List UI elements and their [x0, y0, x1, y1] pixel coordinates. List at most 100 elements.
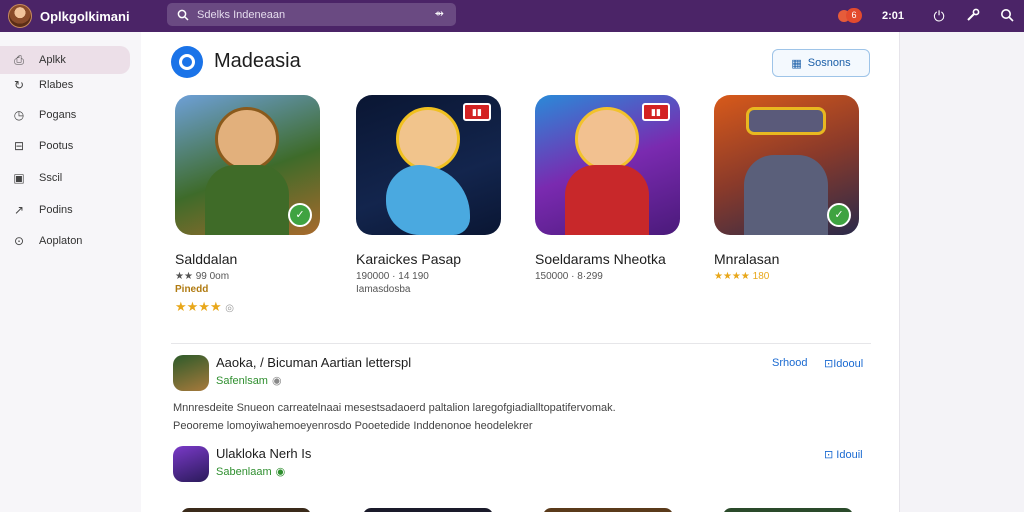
check-icon: ✓	[827, 203, 851, 227]
top-bar: Oplkgolkimani Sdelks Indeneaan ⇴ 6 2:01 …	[0, 0, 1024, 32]
sidebar-item-label: Pootus	[39, 140, 74, 152]
trend-icon: ↗	[13, 203, 25, 217]
character-body	[565, 165, 649, 235]
top-right-controls: 6 2:01 ⏻	[837, 0, 1024, 32]
info-icon: ◎	[225, 303, 234, 314]
sidebar-item-pootus[interactable]: ⊟ Pootus	[0, 132, 130, 160]
search-icon	[177, 9, 189, 21]
sidebar-item-label: Aplkk	[39, 54, 66, 66]
app-card[interactable]	[543, 508, 673, 512]
card-title: Soeldarams Nheotka	[535, 251, 666, 267]
open-icon: ⊡	[824, 358, 834, 370]
app-name: Oplkgolkimani	[40, 8, 130, 24]
character-image	[215, 107, 279, 171]
description-text: Peooreme lomoyiwahemoeyenrosdo Pooetedid…	[173, 420, 533, 432]
list-item-subtitle-text: Safenlsam	[216, 375, 268, 387]
divider	[171, 343, 871, 344]
tag-icon: ▮▮	[642, 103, 670, 121]
main-content: Madeasia ▦ Sosnons ✓ Salddalan ★★ 99 0om…	[141, 32, 899, 512]
open-link-label: Idooul	[833, 358, 864, 370]
page-title: Madeasia	[214, 50, 301, 72]
game-logo	[746, 107, 826, 135]
tag-icon: ▮▮	[463, 103, 491, 121]
card-subtitle: Pinedd	[175, 284, 209, 295]
open-link-label: Idouil	[836, 449, 863, 461]
app-thumbnail[interactable]: ▮▮	[356, 95, 501, 235]
notification-badge: 6	[845, 8, 862, 23]
app-icon[interactable]	[173, 355, 209, 391]
card-meta: ★★★★ 180	[714, 271, 860, 282]
character-image	[396, 107, 460, 171]
list-item-title: Ulakloka Nerh Is	[216, 446, 312, 461]
card-title: Mnralasan	[714, 251, 780, 267]
app-thumbnail[interactable]: ▮▮	[535, 95, 680, 235]
list-item-title: Aaoka, / Bicuman Aartian letterspl	[216, 355, 412, 370]
app-card[interactable]	[181, 508, 311, 512]
verified-icon: ◉	[275, 466, 286, 478]
sidebar-item-rlabes[interactable]: ↻ Rlabes	[0, 71, 130, 99]
app-icon[interactable]	[173, 446, 209, 482]
character-image	[575, 107, 639, 171]
sidebar-item-label: Podins	[39, 204, 73, 216]
list-item[interactable]: Ulakloka Nerh Is Sabenlaam ◉ ⊡ Idouil	[173, 446, 873, 486]
document-icon: ▣	[13, 171, 25, 185]
list-item-subtitle: Safenlsam ◉	[216, 374, 282, 387]
app-card[interactable]	[723, 508, 853, 512]
list-item-subtitle: Sabenlaam ◉	[216, 465, 285, 478]
character-body	[205, 165, 289, 235]
app-thumbnail[interactable]: ✓	[175, 95, 320, 235]
list-item[interactable]: Aaoka, / Bicuman Aartian letterspl Safen…	[173, 355, 873, 395]
minus-box-icon: ⊟	[13, 139, 25, 153]
description-text: Mnnresdeite Snueon carreatelnaai mesests…	[173, 402, 616, 414]
search-placeholder: Sdelks Indeneaan	[197, 8, 286, 21]
search-icon[interactable]	[990, 8, 1024, 25]
grid-icon: ▦	[791, 57, 802, 70]
filter-icon[interactable]: ⇴	[435, 7, 444, 20]
power-icon[interactable]: ⏻	[922, 8, 956, 25]
app-card[interactable]: ▮▮ Karaickes Pasap 190000 · 14 190 Iamas…	[356, 95, 502, 295]
sidebar-item-label: Rlabes	[39, 79, 74, 91]
info-icon: ⊙	[13, 234, 25, 248]
search-input[interactable]: Sdelks Indeneaan ⇴	[167, 3, 456, 26]
app-card[interactable]: ✓ Mnralasan ★★★★ 180	[714, 95, 860, 282]
app-card[interactable]	[363, 508, 493, 512]
notification-button[interactable]: 6	[837, 7, 864, 25]
sidebar-item-label: Aoplaton	[39, 235, 83, 247]
brand[interactable]: Oplkgolkimani	[8, 4, 130, 28]
rating-stars: ★★★★ ◎	[175, 299, 321, 315]
app-thumbnail[interactable]: ✓	[714, 95, 859, 235]
sidebar-item-apps[interactable]: ⎙ Aplkk	[0, 46, 130, 74]
open-link[interactable]: ⊡ Idouil	[824, 448, 863, 461]
open-link[interactable]: ⊡Idooul	[824, 357, 863, 370]
app-icon: ⎙	[14, 52, 24, 67]
character-body	[744, 155, 828, 235]
sidebar-item-pogans[interactable]: ◷ Pogans	[0, 101, 130, 129]
refresh-icon: ↻	[13, 78, 25, 92]
sidebar-item-label: Pogans	[39, 109, 77, 121]
rating-stars-text: ★★★★	[175, 299, 222, 314]
sidebar: ⎙ Aplkk ↻ Rlabes ◷ Pogans ⊟ Pootus ▣ Ssc…	[0, 32, 141, 512]
right-panel	[899, 32, 1024, 512]
wrench-icon[interactable]	[956, 8, 990, 25]
card-title: Salddalan	[175, 251, 238, 267]
clock-icon: ◷	[13, 108, 25, 122]
character-body	[386, 165, 470, 235]
open-icon: ⊡	[824, 449, 834, 461]
sections-button-label: Sosnons	[807, 57, 851, 69]
sidebar-item-aoplaton[interactable]: ⊙ Aoplaton	[0, 227, 130, 255]
sidebar-item-podins[interactable]: ↗ Podins	[0, 196, 130, 224]
avatar[interactable]	[8, 4, 32, 28]
sidebar-item-sscil[interactable]: ▣ Sscil	[0, 164, 130, 192]
card-title: Karaickes Pasap	[356, 251, 462, 267]
check-icon: ✓	[288, 203, 312, 227]
sections-button[interactable]: ▦ Sosnons	[772, 49, 870, 77]
sidebar-item-label: Sscil	[39, 172, 63, 184]
clock: 2:01	[881, 10, 904, 22]
section-logo-icon	[171, 46, 203, 78]
verified-icon: ◉	[271, 375, 282, 387]
card-meta: ★★ 99 0om	[175, 271, 230, 282]
app-card[interactable]: ▮▮ Soeldarams Nheotka 150000 · 8·299	[535, 95, 681, 282]
share-link[interactable]: Srhood	[772, 357, 807, 369]
card-meta-text: ★★★★ 180	[714, 271, 770, 282]
app-card[interactable]: ✓ Salddalan ★★ 99 0om Pinedd ★★★★ ◎	[175, 95, 321, 315]
